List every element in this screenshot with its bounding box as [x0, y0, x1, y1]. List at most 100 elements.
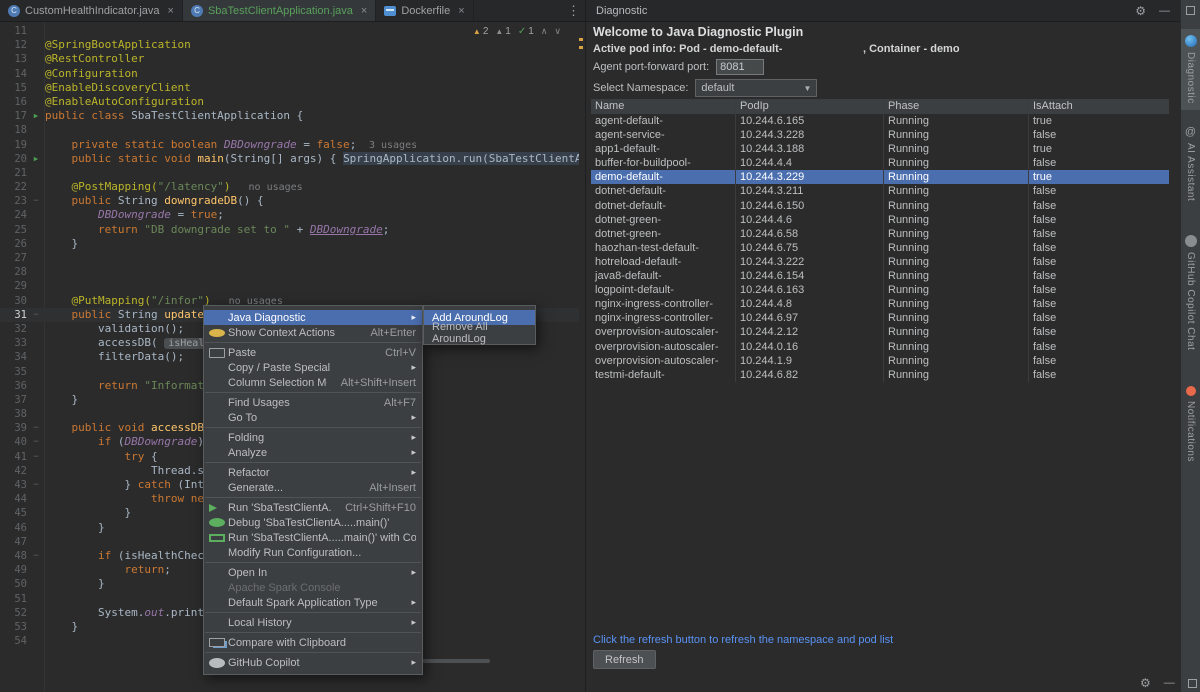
menu-item-paste[interactable]: PasteCtrl+V	[204, 345, 422, 360]
menu-item-remove-all-aroundlog[interactable]: Remove All AroundLog	[424, 325, 535, 340]
menu-item-local-history[interactable]: Local History▸	[204, 615, 422, 630]
code-line-14[interactable]: 14@Configuration	[0, 67, 579, 81]
menu-item-go-to[interactable]: Go To▸	[204, 410, 422, 425]
pod-row-testmi-default-18[interactable]: testmi-default-10.244.6.82Runningfalse	[591, 368, 1169, 382]
pod-row-dotnet-default-5[interactable]: dotnet-default-10.244.3.211Runningfalse	[591, 184, 1169, 198]
fold-icon[interactable]: −	[27, 478, 45, 492]
menu-item-apache-spark-console[interactable]: Apache Spark Console	[204, 580, 422, 595]
close-tab-icon[interactable]: ×	[168, 5, 174, 17]
tool-button-notifications[interactable]: Notifications	[1181, 380, 1200, 468]
menu-item-refactor[interactable]: Refactor▸	[204, 465, 422, 480]
tool-windows-icon[interactable]	[1186, 6, 1195, 15]
minimize-icon[interactable]: —	[1164, 677, 1175, 689]
pod-row-java8-default-11[interactable]: java8-default-10.244.6.154Runningfalse	[591, 269, 1169, 283]
menu-item-run-sbatestclienta-main[interactable]: Run 'SbaTestClientA.....main()'Ctrl+Shif…	[204, 500, 422, 515]
next-issue-icon[interactable]: ∨	[554, 26, 561, 37]
column-header-name[interactable]: Name	[591, 99, 736, 114]
menu-item-github-copilot[interactable]: GitHub Copilot▸	[204, 655, 422, 670]
fold-icon[interactable]: −	[27, 308, 45, 322]
inspections-widget[interactable]: ▲2 ▲1 ✓1 ∧ ∨	[473, 26, 561, 37]
port-input[interactable]	[716, 59, 764, 75]
warning-stripe-mark[interactable]	[579, 38, 583, 41]
pod-row-demo-default-4[interactable]: demo-default-10.244.3.229Runningtrue	[591, 170, 1169, 184]
line-number: 15	[0, 81, 27, 95]
code-line-26[interactable]: 26 }	[0, 237, 579, 251]
settings-icon[interactable]: ⚙	[1140, 676, 1151, 690]
menu-item-java-diagnostic[interactable]: Java Diagnostic▸	[204, 310, 422, 325]
error-stripe[interactable]	[577, 22, 585, 692]
menu-item-run-sbatestclienta-main-with-coverage[interactable]: Run 'SbaTestClientA.....main()' with Cov…	[204, 530, 422, 545]
menu-item-default-spark-application-type[interactable]: Default Spark Application Type▸	[204, 595, 422, 610]
pod-row-nginx-ingress-controller-14[interactable]: nginx-ingress-controller-10.244.6.97Runn…	[591, 311, 1169, 325]
tabs-overflow-icon[interactable]: ⋮	[567, 3, 580, 19]
code-line-24[interactable]: 24 DBDowngrade = true;	[0, 208, 579, 222]
code-line-15[interactable]: 15@EnableDiscoveryClient	[0, 81, 579, 95]
code-line-28[interactable]: 28	[0, 265, 579, 279]
pod-row-haozhan-test-default-9[interactable]: haozhan-test-default-10.244.6.75Runningf…	[591, 241, 1169, 255]
menu-item-find-usages[interactable]: Find UsagesAlt+F7	[204, 395, 422, 410]
code-line-27[interactable]: 27	[0, 251, 579, 265]
pod-row-dotnet-green-7[interactable]: dotnet-green-10.244.4.6Runningfalse	[591, 213, 1169, 227]
close-tab-icon[interactable]: ×	[361, 5, 367, 17]
fold-icon[interactable]: −	[27, 450, 45, 464]
refresh-button[interactable]: Refresh	[593, 650, 656, 669]
code-line-12[interactable]: 12@SpringBootApplication	[0, 38, 579, 52]
code-line-23[interactable]: 23− public String downgradeDB() {	[0, 194, 579, 208]
tool-button-github-copilot-chat[interactable]: GitHub Copilot Chat	[1181, 229, 1200, 356]
column-header-isattach[interactable]: IsAttach	[1029, 99, 1169, 114]
menu-item-open-in[interactable]: Open In▸	[204, 565, 422, 580]
pod-row-dotnet-default-6[interactable]: dotnet-default-10.244.6.150Runningfalse	[591, 199, 1169, 213]
menu-item-generate[interactable]: Generate...Alt+Insert	[204, 480, 422, 495]
code-line-22[interactable]: 22 @PostMapping("/latency") no usages	[0, 180, 579, 194]
fold-icon[interactable]: −	[27, 435, 45, 449]
tab-dockerfile[interactable]: Dockerfile×	[376, 0, 473, 21]
menu-item-analyze[interactable]: Analyze▸	[204, 445, 422, 460]
pod-row-buffer-for-buildpool-3[interactable]: buffer-for-buildpool-10.244.4.4Runningfa…	[591, 156, 1169, 170]
pod-row-logpoint-default-12[interactable]: logpoint-default-10.244.6.163Runningfals…	[591, 283, 1169, 297]
pod-row-nginx-ingress-controller-13[interactable]: nginx-ingress-controller-10.244.4.8Runni…	[591, 297, 1169, 311]
code-line-19[interactable]: 19 private static boolean DBDowngrade = …	[0, 138, 579, 152]
namespace-select[interactable]: default ▼	[695, 79, 817, 97]
code-line-20[interactable]: 20▶ public static void main(String[] arg…	[0, 152, 579, 166]
code-line-17[interactable]: 17▶public class SbaTestClientApplication…	[0, 109, 579, 123]
fold-icon[interactable]: −	[27, 421, 45, 435]
run-icon[interactable]: ▶	[27, 152, 45, 166]
code-line-25[interactable]: 25 return "DB downgrade set to " + DBDow…	[0, 223, 579, 237]
gear-icon[interactable]: ⚙	[1135, 4, 1146, 18]
run-icon[interactable]: ▶	[27, 109, 45, 123]
prev-issue-icon[interactable]: ∧	[541, 26, 548, 37]
column-header-phase[interactable]: Phase	[884, 99, 1029, 114]
menu-item-show-context-actions[interactable]: Show Context ActionsAlt+Enter	[204, 325, 422, 340]
tab-sbatestclientapplication-java[interactable]: CSbaTestClientApplication.java×	[183, 0, 376, 21]
hide-panel-icon[interactable]: —	[1159, 5, 1170, 17]
menu-item-copy-paste-special[interactable]: Copy / Paste Special▸	[204, 360, 422, 375]
fold-icon[interactable]: −	[27, 549, 45, 563]
refresh-hint-link[interactable]: Click the refresh button to refresh the …	[593, 634, 893, 646]
code-line-16[interactable]: 16@EnableAutoConfiguration	[0, 95, 579, 109]
tab-customhealthindicator-java[interactable]: CCustomHealthIndicator.java×	[0, 0, 183, 21]
pod-row-dotnet-green-8[interactable]: dotnet-green-10.244.6.58Runningfalse	[591, 227, 1169, 241]
column-header-podip[interactable]: PodIp	[736, 99, 884, 114]
tool-button-diagnostic[interactable]: Diagnostic	[1181, 29, 1200, 110]
tool-button-ai-assistant[interactable]: @AI Assistant	[1181, 120, 1200, 207]
code-line-21[interactable]: 21	[0, 166, 579, 180]
layout-icon[interactable]	[1188, 679, 1197, 688]
menu-item-folding[interactable]: Folding▸	[204, 430, 422, 445]
pod-row-overprovision-autoscaler-16[interactable]: overprovision-autoscaler-10.244.0.16Runn…	[591, 340, 1169, 354]
code-line-18[interactable]: 18	[0, 123, 579, 137]
warning-stripe-mark[interactable]	[579, 46, 583, 49]
code-line-29[interactable]: 29	[0, 279, 579, 293]
menu-item-column-selection-mode[interactable]: Column Selection ModeAlt+Shift+Insert	[204, 375, 422, 390]
pod-row-agent-default-0[interactable]: agent-default-10.244.6.165Runningtrue	[591, 114, 1169, 128]
menu-item-debug-sbatestclienta-main[interactable]: Debug 'SbaTestClientA.....main()'	[204, 515, 422, 530]
code-line-13[interactable]: 13@RestController	[0, 52, 579, 66]
pod-row-agent-service-1[interactable]: agent-service-10.244.3.228Runningfalse	[591, 128, 1169, 142]
menu-item-compare-with-clipboard[interactable]: Compare with Clipboard	[204, 635, 422, 650]
fold-icon[interactable]: −	[27, 194, 45, 208]
close-tab-icon[interactable]: ×	[458, 5, 464, 17]
pod-row-hotreload-default-10[interactable]: hotreload-default-10.244.3.222Runningfal…	[591, 255, 1169, 269]
pod-row-overprovision-autoscaler-17[interactable]: overprovision-autoscaler-10.244.1.9Runni…	[591, 354, 1169, 368]
pod-row-app1-default-2[interactable]: app1-default-10.244.3.188Runningtrue	[591, 142, 1169, 156]
pod-row-overprovision-autoscaler-15[interactable]: overprovision-autoscaler-10.244.2.12Runn…	[591, 325, 1169, 339]
menu-item-modify-run-configuration[interactable]: Modify Run Configuration...	[204, 545, 422, 560]
